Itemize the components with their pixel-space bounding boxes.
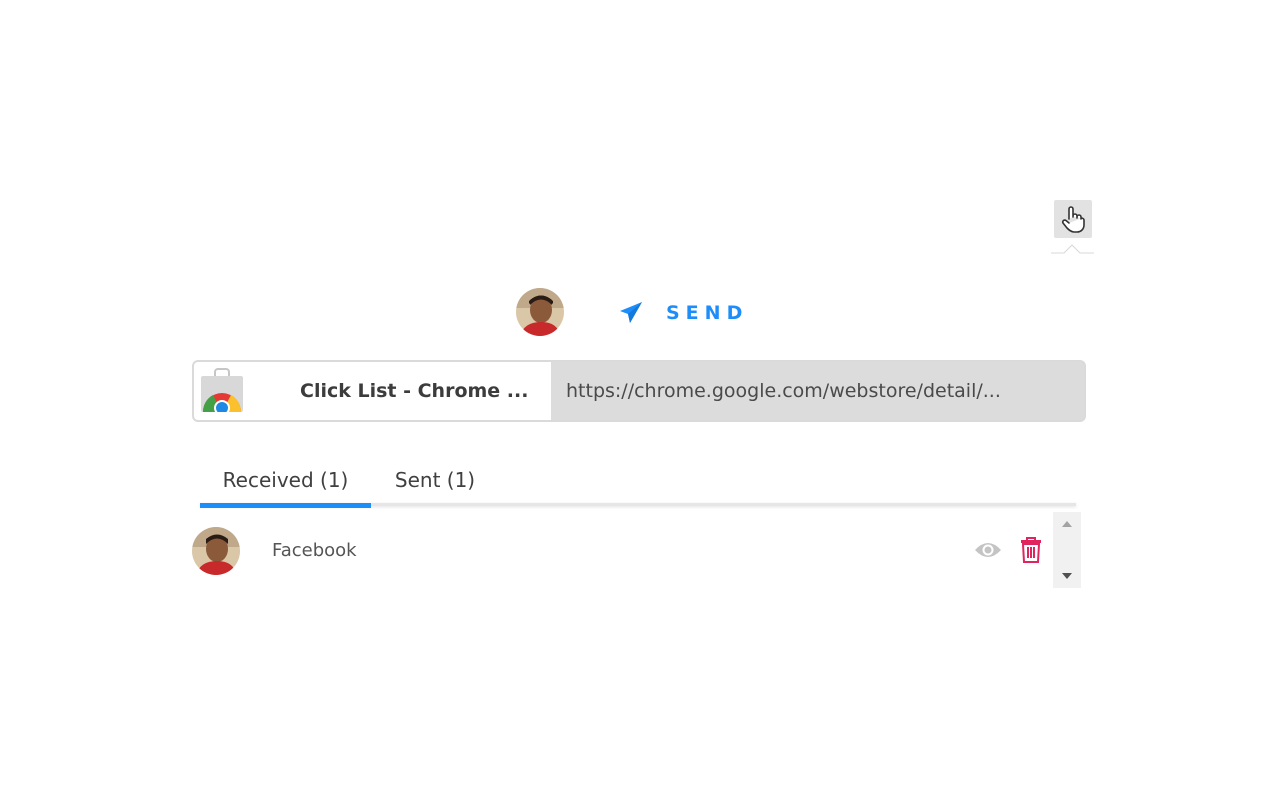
sender-avatar	[192, 527, 240, 575]
tab-bar: Received (1) Sent (1)	[200, 460, 1076, 510]
send-button[interactable]: SEND	[618, 298, 748, 328]
arrow-up-icon	[1062, 521, 1072, 527]
tab-received[interactable]: Received (1)	[200, 460, 371, 504]
user-avatar	[516, 288, 564, 336]
eye-icon	[975, 543, 1001, 557]
list-item[interactable]: Facebook	[190, 512, 1052, 588]
arrow-down-icon	[1062, 573, 1072, 579]
trash-icon	[1021, 537, 1041, 563]
received-list: Facebook	[190, 512, 1081, 588]
page-card-title-area: Click List - Chrome ...	[194, 362, 551, 420]
tab-sent[interactable]: Sent (1)	[380, 460, 490, 504]
scroll-up-button[interactable]	[1053, 516, 1081, 532]
active-tab-indicator	[200, 503, 371, 508]
scroll-down-button[interactable]	[1053, 568, 1081, 584]
extension-button[interactable]	[1054, 200, 1092, 238]
page-title: Click List - Chrome ...	[300, 380, 529, 402]
send-label: SEND	[666, 302, 749, 324]
item-title[interactable]: Facebook	[272, 536, 357, 566]
chrome-web-store-icon	[201, 368, 243, 412]
paper-plane-icon	[620, 302, 642, 323]
pointing-hand-icon	[1061, 206, 1085, 233]
popup-screen: SEND Click List - Chrome ... https://chr…	[0, 0, 1280, 800]
list-scrollbar[interactable]	[1053, 512, 1081, 588]
view-button[interactable]	[974, 540, 1002, 560]
popup-arrow	[1051, 244, 1094, 254]
delete-button[interactable]	[1020, 537, 1042, 563]
current-page-card[interactable]: Click List - Chrome ... https://chrome.g…	[192, 360, 1086, 422]
page-url: https://chrome.google.com/webstore/detai…	[566, 380, 1001, 402]
